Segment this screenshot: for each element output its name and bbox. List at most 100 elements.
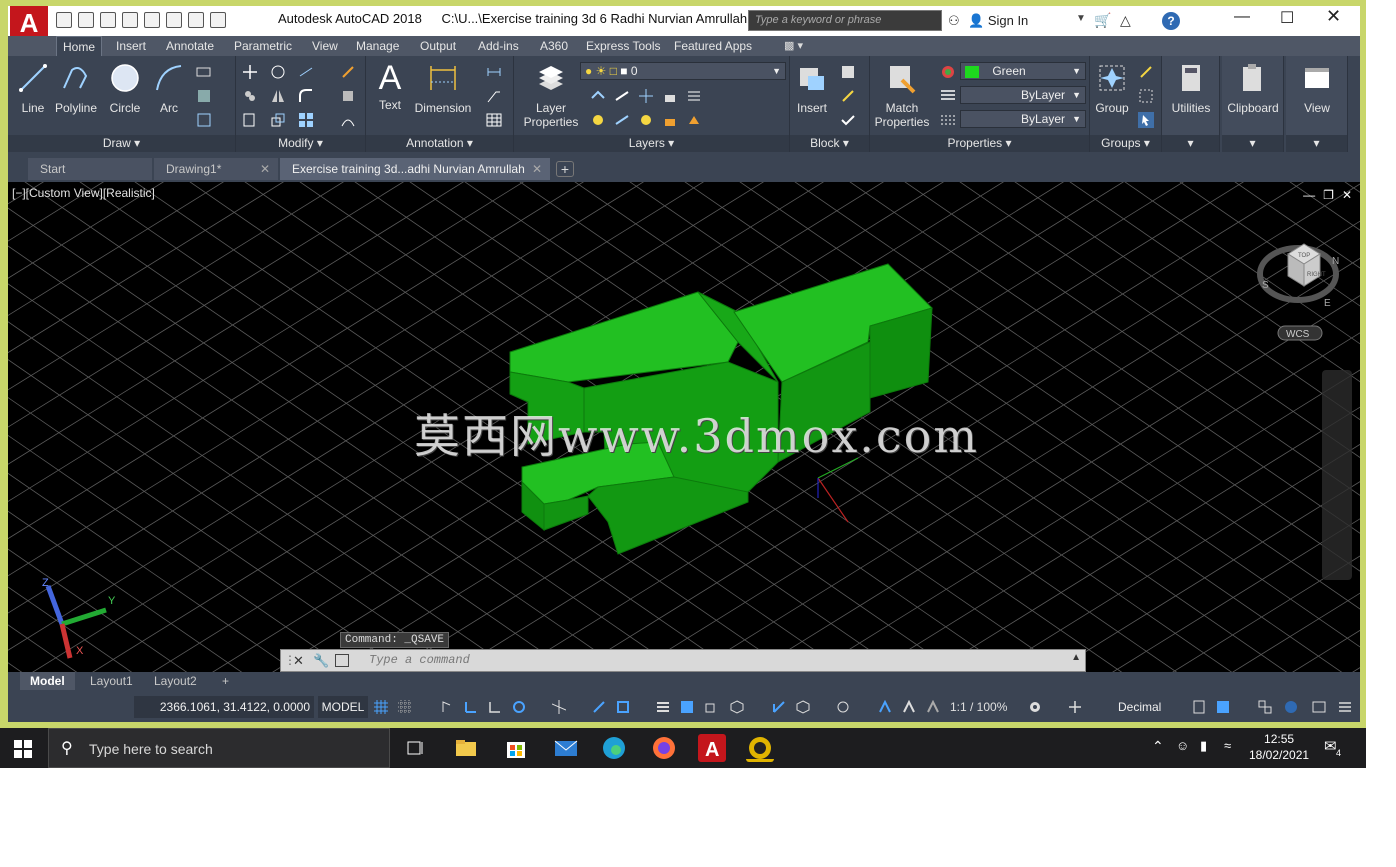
exchange-apps-icon[interactable]: △ xyxy=(1120,12,1131,29)
circle-button[interactable]: Circle xyxy=(106,62,144,115)
sign-in-button[interactable]: 👤 Sign In xyxy=(968,13,1028,29)
hatch-icon[interactable] xyxy=(196,88,212,104)
open-folder-icon[interactable] xyxy=(78,12,94,28)
edit-attributes-icon[interactable] xyxy=(840,112,856,128)
modify-panel-title[interactable]: Modify ▾ xyxy=(236,135,365,152)
people-icon[interactable]: ☺ xyxy=(1176,738,1189,753)
grid-icon[interactable] xyxy=(374,700,388,714)
boundary-icon[interactable] xyxy=(196,112,212,128)
application-menu-button[interactable]: A xyxy=(10,6,48,40)
lineweight-icon[interactable] xyxy=(940,88,956,104)
model-space-button[interactable]: MODEL xyxy=(318,696,368,718)
properties-panel-title[interactable]: Properties ▾ xyxy=(870,135,1089,152)
layer-thaw-icon[interactable] xyxy=(638,112,654,128)
dimension-button[interactable]: Dimension xyxy=(412,62,474,115)
tab-a360[interactable]: A360 xyxy=(534,36,574,56)
view-button[interactable]: View xyxy=(1288,62,1346,115)
recorder-app-icon[interactable] xyxy=(746,734,774,762)
close-icon[interactable]: ✕ xyxy=(293,653,304,669)
ungroup-icon[interactable] xyxy=(1138,64,1154,80)
workspace-icon[interactable] xyxy=(1216,700,1230,714)
tab-layout1[interactable]: Layout1 xyxy=(80,672,143,690)
annotation-scale-icon[interactable] xyxy=(926,700,940,714)
wrench-icon[interactable]: 🔧 xyxy=(313,653,329,669)
chevron-down-icon[interactable]: ▼ xyxy=(1076,13,1086,24)
selection-cycling-icon[interactable] xyxy=(704,700,718,714)
transparency-icon[interactable] xyxy=(680,700,694,714)
block-panel-title[interactable]: Block ▾ xyxy=(790,135,869,152)
auto-scale-icon[interactable] xyxy=(902,700,916,714)
osnap-icon[interactable] xyxy=(592,700,606,714)
wifi-icon[interactable]: ≈ xyxy=(1224,738,1231,753)
task-view-icon[interactable] xyxy=(402,734,430,762)
draw-panel-title[interactable]: Draw ▾ xyxy=(8,135,235,152)
autocad-taskbar-icon[interactable]: A xyxy=(698,734,726,762)
layer-lock-icon[interactable] xyxy=(662,88,678,104)
rectangle-icon[interactable] xyxy=(196,64,212,80)
rotate-icon[interactable] xyxy=(270,64,286,80)
isolate-objects-icon[interactable] xyxy=(1258,700,1272,714)
layer-walk-icon[interactable] xyxy=(686,112,702,128)
system-clock[interactable]: 12:55 18/02/2021 xyxy=(1249,731,1309,763)
text-button[interactable]: A Text xyxy=(372,61,408,112)
color-dropdown[interactable]: Green ▼ xyxy=(960,62,1086,80)
tab-start[interactable]: Start xyxy=(28,158,152,180)
leader-icon[interactable] xyxy=(486,88,502,104)
tab-parametric[interactable]: Parametric xyxy=(228,36,298,56)
utilities-expand[interactable]: ▾ xyxy=(1162,135,1219,152)
fillet-icon[interactable] xyxy=(298,88,314,104)
layer-isolate-icon[interactable] xyxy=(614,88,630,104)
tab-manage[interactable]: Manage xyxy=(350,36,405,56)
customize-qat-icon[interactable] xyxy=(210,12,226,28)
viewport-controls-label[interactable]: [−][Custom View][Realistic] xyxy=(12,186,155,200)
firefox-icon[interactable] xyxy=(650,734,678,762)
help-icon[interactable]: ? xyxy=(1162,12,1180,30)
isodraft-icon[interactable] xyxy=(552,700,566,714)
tab-exercise-training[interactable]: Exercise training 3d...adhi Nurvian Amru… xyxy=(280,158,550,180)
binoculars-icon[interactable]: ⚇ xyxy=(948,13,960,29)
tab-model[interactable]: Model xyxy=(20,672,75,690)
battery-icon[interactable]: ▮ xyxy=(1200,738,1207,754)
mirror-icon[interactable] xyxy=(270,88,286,104)
polar-icon[interactable] xyxy=(512,700,526,714)
add-layout-icon[interactable]: + xyxy=(212,672,239,690)
utilities-button[interactable]: Utilities xyxy=(1164,62,1218,115)
snap-icon[interactable] xyxy=(398,700,412,714)
stretch-icon[interactable] xyxy=(242,112,258,128)
hardware-acceleration-icon[interactable] xyxy=(1284,700,1298,714)
linear-dim-icon[interactable] xyxy=(486,64,502,80)
redo-icon[interactable] xyxy=(188,12,204,28)
mail-icon[interactable] xyxy=(552,734,580,762)
layer-unlock-icon[interactable] xyxy=(662,112,678,128)
group-selection-icon[interactable] xyxy=(1138,112,1154,128)
explode-icon[interactable] xyxy=(340,88,356,104)
lineweight-dropdown[interactable]: ByLayer ▼ xyxy=(960,86,1086,104)
edit-block-icon[interactable] xyxy=(840,88,856,104)
tab-layout2[interactable]: Layout2 xyxy=(144,672,207,690)
copy-icon[interactable] xyxy=(242,88,258,104)
units-dropdown[interactable]: Decimal xyxy=(1118,700,1161,714)
gear-icon[interactable] xyxy=(1028,700,1042,714)
layer-dropdown[interactable]: ● ☀ □ ■ 0 ▼ xyxy=(580,62,786,80)
clean-screen-icon[interactable] xyxy=(1312,700,1326,714)
group-edit-icon[interactable] xyxy=(1138,88,1154,104)
linetype-icon[interactable] xyxy=(940,112,956,128)
save-as-icon[interactable] xyxy=(122,12,138,28)
panel-clipboard[interactable]: Clipboard ▾ xyxy=(1222,56,1284,152)
move-icon[interactable] xyxy=(242,64,258,80)
tab-express-tools[interactable]: Express Tools xyxy=(580,36,666,56)
3d-osnap-icon[interactable] xyxy=(730,700,744,714)
group-button[interactable]: Group xyxy=(1092,62,1132,115)
layer-freeze-icon[interactable] xyxy=(638,88,654,104)
microsoft-store-icon[interactable] xyxy=(502,734,530,762)
arc-button[interactable]: Arc xyxy=(152,62,186,115)
print-icon[interactable] xyxy=(144,12,160,28)
customization-menu-icon[interactable] xyxy=(1338,700,1352,714)
dynamic-ucs-icon[interactable] xyxy=(772,700,786,714)
layers-panel-title[interactable]: Layers ▾ xyxy=(514,135,789,152)
groups-panel-title[interactable]: Groups ▾ xyxy=(1090,135,1161,152)
offset-icon[interactable] xyxy=(340,112,356,128)
annotation-scale-value[interactable]: 1:1 / 100% xyxy=(950,700,1007,714)
notification-center-icon[interactable]: ✉ xyxy=(1324,737,1337,755)
make-current-icon[interactable] xyxy=(590,112,606,128)
